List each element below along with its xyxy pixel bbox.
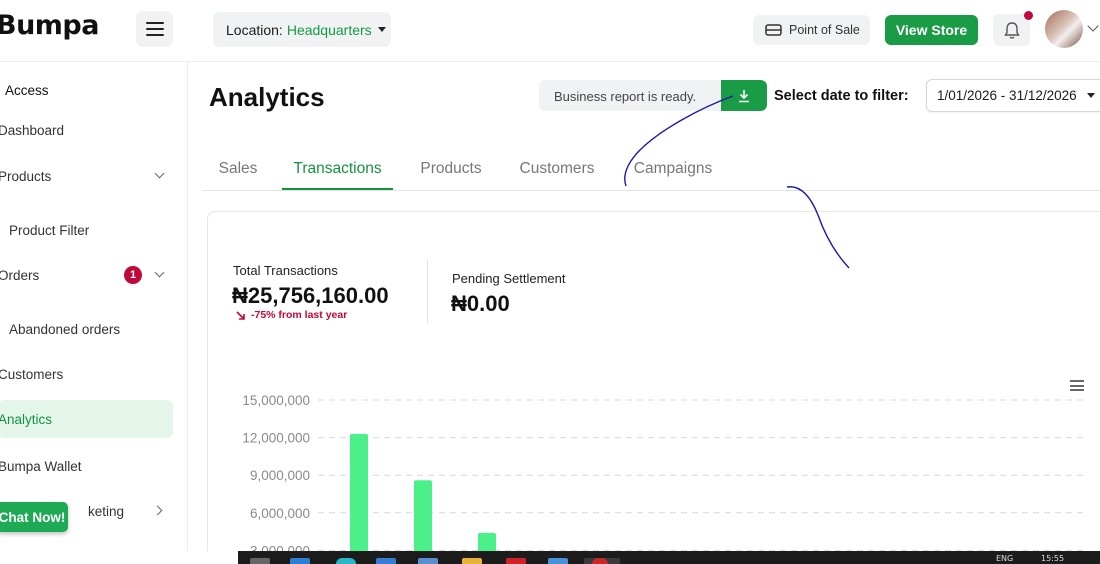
sidebar-item-bumpa-wallet[interactable]: Bumpa Wallet [0,447,173,485]
sidebar-item-label: Product Filter [9,222,90,238]
chevron-down-icon[interactable] [1087,20,1099,32]
tab-customers[interactable]: Customers [516,150,598,190]
taskbar-clock[interactable]: 15:55 [1041,554,1064,563]
total-transactions-change: -75% from last year [236,309,347,321]
analytics-tabs: Sales Transactions Products Customers Ca… [202,150,1100,191]
date-filter-label: Select date to filter: [774,88,909,104]
sidebar-item-label: Customers [0,366,64,382]
user-avatar[interactable] [1045,10,1083,48]
taskbar-app-icon[interactable] [250,558,270,564]
total-transactions-label: Total Transactions [233,263,338,278]
chevron-down-icon [154,267,165,278]
sidebar-item-abandoned-orders[interactable]: Abandoned orders [9,310,169,348]
notification-dot [1024,11,1033,20]
sidebar-item-label: Dashboard [0,122,65,138]
page-title: Analytics [209,82,325,112]
tab-sales[interactable]: Sales [216,150,260,190]
transactions-bar-chart: 15,000,00012,000,0009,000,0006,000,0003,… [242,393,1086,564]
sidebar-item-analytics[interactable]: Analytics [0,400,173,438]
sidebar-heading: Access [5,83,49,98]
windows-taskbar: ENG 15:55 [238,551,1100,564]
hamburger-menu-button[interactable] [136,11,173,47]
sidebar-item-label: Bumpa Wallet [0,458,82,474]
sidebar-item-customers[interactable]: Customers [0,355,173,393]
date-range-value: 1/01/2026 - 31/12/2026 [937,88,1077,103]
sidebar-item-label: Orders [0,267,40,283]
location-selector[interactable]: Location: Headquarters [213,12,391,47]
chat-now-button[interactable]: Chat Now! [0,502,68,532]
taskbar-app-icon[interactable] [592,558,608,564]
sidebar-item-product-filter[interactable]: Product Filter [9,211,169,249]
tab-products[interactable]: Products [416,150,486,190]
location-label: Location: [226,21,283,38]
y-tick-label: 15,000,000 [242,393,310,408]
sidebar-item-label: Analytics [0,411,53,427]
sidebar-item-label: Abandoned orders [9,321,121,337]
chevron-down-icon [154,168,165,179]
taskbar-app-icon[interactable] [548,558,568,564]
view-store-button[interactable]: View Store [885,15,978,45]
transactions-card: Total Transactions ₦25,756,160.00 -75% f… [207,211,1100,564]
menu-icon-line [145,34,164,36]
total-transactions-value: ₦25,756,160.00 [232,283,389,308]
trend-down-icon [236,310,245,320]
y-tick-label: 6,000,000 [250,506,310,521]
sidebar-item-label: keting [88,503,125,519]
orders-count-badge: 1 [124,266,142,284]
stat-divider [427,260,428,323]
pending-settlement-value: ₦0.00 [451,291,510,316]
sidebar: Access Dashboard Products Product Filter… [0,62,188,552]
taskbar-app-icon[interactable] [376,558,396,564]
caret-down-icon [1086,93,1095,98]
menu-icon-line [145,28,164,30]
sidebar-item-label: Products [0,168,52,184]
change-text: -75% from last year [251,309,348,321]
point-of-sale-label: Point of Sale [789,23,860,37]
download-icon [739,89,749,102]
y-tick-label: 9,000,000 [250,468,310,483]
chevron-right-icon [152,505,163,516]
location-value: Headquarters [286,21,372,38]
sidebar-item-products[interactable]: Products [0,157,173,195]
sidebar-item-dashboard[interactable]: Dashboard [0,111,173,149]
report-ready-text: Business report is ready. [554,89,697,104]
menu-icon-line [145,22,164,24]
tab-campaigns[interactable]: Campaigns [630,150,716,190]
date-range-select[interactable]: 1/01/2026 - 31/12/2026 [926,79,1100,112]
notifications-button[interactable] [993,11,1033,46]
tab-transactions[interactable]: Transactions [282,150,393,190]
caret-down-icon [377,27,386,32]
taskbar-app-icon[interactable] [290,558,310,564]
download-report-button[interactable] [721,80,767,111]
bumpa-logo[interactable]: Bumpa [0,10,99,41]
pos-terminal-icon [765,24,782,36]
taskbar-app-icon[interactable] [418,558,438,564]
chart-bar[interactable] [350,433,368,564]
taskbar-language[interactable]: ENG [996,554,1013,563]
point-of-sale-button[interactable]: Point of Sale [753,15,870,45]
bell-icon [1003,21,1020,39]
sidebar-item-orders[interactable]: Orders 1 [0,256,173,294]
pending-settlement-label: Pending Settlement [452,271,566,286]
taskbar-app-icon[interactable] [462,558,482,564]
bottom-strip [0,551,238,564]
top-bar: Bumpa Location: Headquarters Point of Sa… [0,0,1100,62]
taskbar-app-icon[interactable] [336,558,356,564]
y-tick-label: 12,000,000 [242,431,310,446]
business-report-banner: Business report is ready. [539,80,767,111]
taskbar-app-icon[interactable] [506,558,526,564]
